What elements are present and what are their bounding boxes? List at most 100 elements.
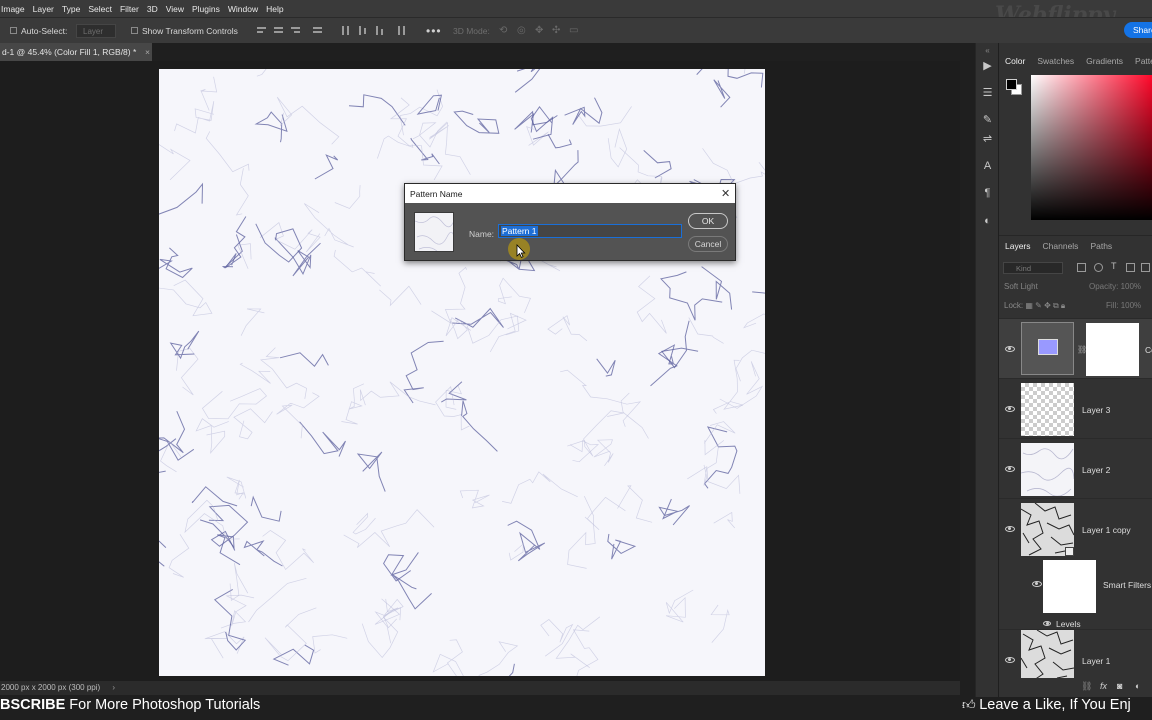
- marble-vein: [660, 320, 699, 369]
- align-top-icon[interactable]: [342, 26, 352, 35]
- layer-name[interactable]: Layer 1: [1082, 656, 1110, 666]
- layer-name[interactable]: Levels: [1056, 619, 1081, 629]
- visibility-eye-icon[interactable]: [1005, 526, 1015, 532]
- marble-vein: [658, 498, 690, 526]
- marble-vein: [502, 471, 578, 504]
- smart-filters-mask-thumbnail[interactable]: [1043, 560, 1096, 613]
- menu-layer[interactable]: Layer: [29, 4, 58, 14]
- tab-paths[interactable]: Paths: [1084, 241, 1118, 251]
- align-bottom-icon[interactable]: [376, 26, 386, 35]
- menu-select[interactable]: Select: [84, 4, 116, 14]
- layer-name[interactable]: Layer 1 copy: [1082, 525, 1131, 535]
- visibility-eye-icon[interactable]: [1005, 346, 1015, 352]
- menu-3d[interactable]: 3D: [143, 4, 162, 14]
- adjustments-icon[interactable]: ☰: [981, 87, 994, 100]
- layer-row-layer-1-copy[interactable]: Layer 1 copy: [999, 498, 1152, 558]
- filter-type-icon[interactable]: T: [1111, 261, 1120, 271]
- show-transform-checkbox[interactable]: [131, 27, 138, 34]
- paragraph-icon[interactable]: ¶: [981, 187, 994, 200]
- add-mask-icon[interactable]: ◙: [1117, 681, 1122, 691]
- menu-help[interactable]: Help: [262, 4, 287, 14]
- 3d-slide-icon[interactable]: ✣: [552, 25, 560, 36]
- tab-patterns[interactable]: Patte: [1129, 56, 1152, 66]
- marble-vein: [432, 639, 464, 676]
- link-layers-icon[interactable]: ⛓: [1081, 681, 1092, 692]
- align-middle-icon[interactable]: [359, 26, 369, 35]
- layer-row-smart-filters[interactable]: Smart Filters: [999, 558, 1152, 618]
- blend-mode-select[interactable]: Soft Light: [1004, 282, 1038, 291]
- layer-filter-select[interactable]: Kind: [1003, 262, 1063, 274]
- 3d-pan-icon[interactable]: ✥: [535, 25, 543, 36]
- distribute-vertical-icon[interactable]: [398, 26, 408, 35]
- menu-image[interactable]: Image: [0, 4, 29, 14]
- menu-plugins[interactable]: Plugins: [188, 4, 224, 14]
- play-action-icon[interactable]: ▶: [981, 60, 994, 73]
- cancel-button[interactable]: Cancel: [688, 236, 728, 252]
- layer-mask-thumbnail[interactable]: [1086, 323, 1139, 376]
- 3d-camera-icon[interactable]: ▭: [569, 25, 578, 36]
- fill-control[interactable]: Fill: 100%: [1106, 301, 1141, 310]
- visibility-eye-icon[interactable]: [1005, 657, 1015, 663]
- more-options-icon[interactable]: •••: [426, 24, 442, 38]
- color-picker-field[interactable]: [1031, 75, 1152, 220]
- marble-vein: [596, 358, 616, 377]
- filter-pixel-icon[interactable]: [1077, 263, 1086, 272]
- pattern-name-value: Pattern 1: [501, 226, 538, 236]
- layer-name[interactable]: Layer 2: [1082, 465, 1110, 475]
- share-button[interactable]: Share: [1124, 22, 1152, 38]
- tab-layers[interactable]: Layers: [999, 241, 1037, 251]
- opacity-control[interactable]: Opacity: 100%: [1089, 282, 1141, 291]
- lock-icons[interactable]: ▦ ✎ ✥ ⧉ 🔒︎: [1025, 301, 1065, 310]
- styles-icon[interactable]: ◐: [981, 215, 994, 228]
- opacity-value[interactable]: 100%: [1121, 282, 1141, 291]
- menu-filter[interactable]: Filter: [116, 4, 143, 14]
- pattern-name-input[interactable]: Pattern 1: [498, 224, 682, 238]
- document-canvas[interactable]: [159, 69, 765, 676]
- new-adjustment-icon[interactable]: ◐: [1135, 681, 1140, 691]
- align-right-icon[interactable]: [291, 26, 301, 35]
- document-tab[interactable]: d-1 @ 45.4% (Color Fill 1, RGB/8) * ×: [0, 43, 152, 61]
- menu-view[interactable]: View: [162, 4, 188, 14]
- close-tab-icon[interactable]: ×: [145, 47, 150, 57]
- align-center-icon[interactable]: [274, 26, 284, 35]
- layer-style-icon[interactable]: fx: [1100, 681, 1107, 691]
- filter-adjustment-icon[interactable]: [1094, 263, 1103, 272]
- marble-vein: [540, 619, 574, 657]
- layer-name[interactable]: Co: [1145, 345, 1152, 355]
- dialog-titlebar[interactable]: Pattern Name ✕: [405, 184, 735, 203]
- 3d-orbit-icon[interactable]: ⟲: [499, 25, 507, 36]
- auto-select-target-select[interactable]: Layer: [76, 24, 116, 38]
- filter-smart-object-icon[interactable]: [1141, 263, 1150, 272]
- menu-window[interactable]: Window: [224, 4, 262, 14]
- distribute-icon[interactable]: [313, 26, 323, 35]
- status-chevron-icon[interactable]: ›: [112, 683, 115, 692]
- collapse-panels-icon[interactable]: «: [981, 44, 994, 57]
- fill-value[interactable]: 100%: [1121, 301, 1141, 310]
- tab-channels[interactable]: Channels: [1037, 241, 1085, 251]
- align-left-icon[interactable]: [257, 26, 267, 35]
- filter-shape-icon[interactable]: [1126, 263, 1135, 272]
- foreground-color-swatch[interactable]: [1006, 79, 1017, 90]
- document-tab-title: d-1 @ 45.4% (Color Fill 1, RGB/8) *: [2, 47, 137, 57]
- menu-type[interactable]: Type: [58, 4, 84, 14]
- layer-name[interactable]: Smart Filters: [1103, 580, 1151, 590]
- tab-swatches[interactable]: Swatches: [1031, 56, 1080, 66]
- layer-row-color-fill[interactable]: ⛓ Co: [999, 318, 1152, 378]
- layer-row-layer-3[interactable]: Layer 3: [999, 378, 1152, 438]
- ok-button[interactable]: OK: [688, 213, 728, 229]
- auto-select-checkbox[interactable]: [10, 27, 17, 34]
- visibility-eye-icon[interactable]: [1005, 406, 1015, 412]
- brush-icon[interactable]: ✎: [981, 114, 994, 127]
- layer-row-layer-2[interactable]: Layer 2: [999, 438, 1152, 498]
- 3d-roll-icon[interactable]: ◎: [517, 25, 526, 36]
- visibility-eye-icon[interactable]: [1043, 621, 1051, 626]
- tab-gradients[interactable]: Gradients: [1080, 56, 1129, 66]
- visibility-eye-icon[interactable]: [1005, 466, 1015, 472]
- tab-color[interactable]: Color: [999, 56, 1031, 66]
- close-icon[interactable]: ✕: [721, 187, 730, 200]
- marble-texture-image: [159, 69, 765, 676]
- character-icon[interactable]: A: [981, 160, 994, 173]
- layer-name[interactable]: Layer 3: [1082, 405, 1110, 415]
- properties-icon[interactable]: ⇌: [981, 133, 994, 146]
- visibility-eye-icon[interactable]: [1032, 581, 1042, 587]
